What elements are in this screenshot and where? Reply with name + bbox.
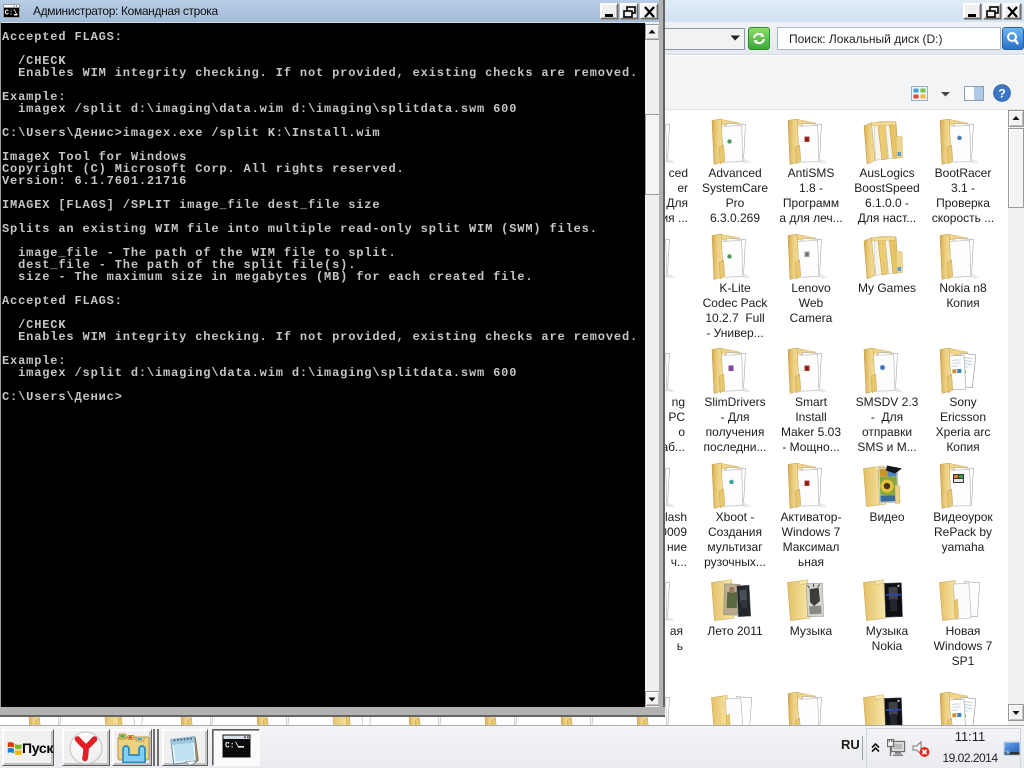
svg-text:C:\: C:\ <box>5 9 18 17</box>
svg-text:C:\: C:\ <box>225 742 240 751</box>
svg-text:?: ? <box>998 86 1005 100</box>
